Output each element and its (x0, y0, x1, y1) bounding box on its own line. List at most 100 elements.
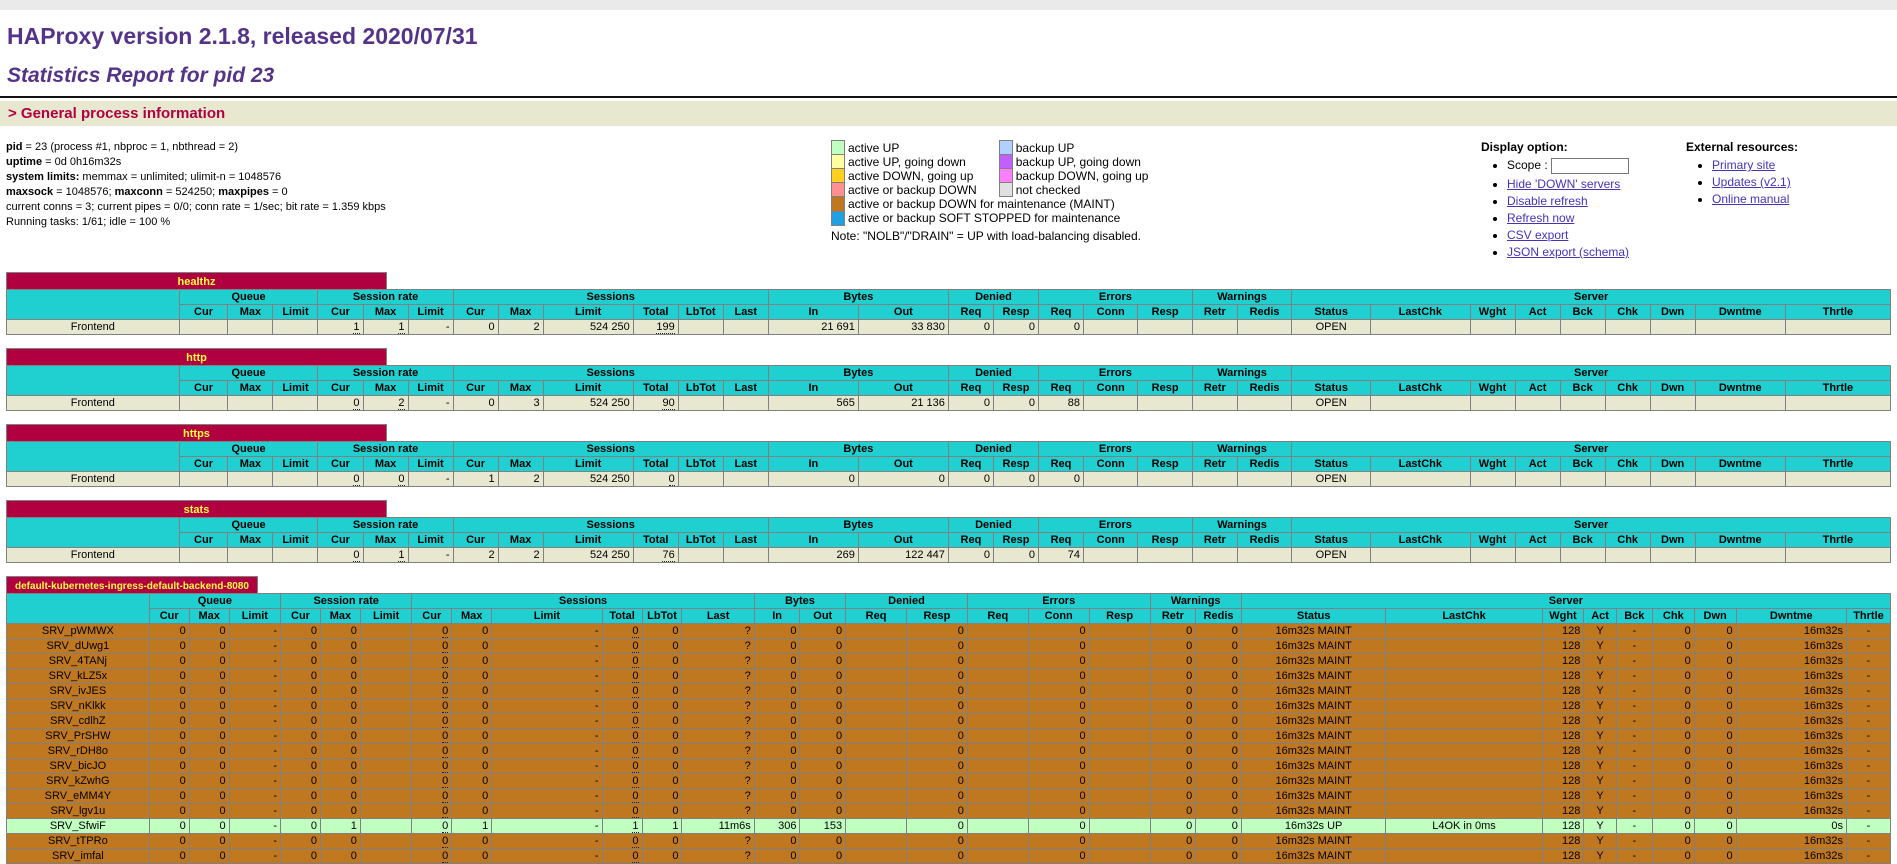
column-header: Retr (1192, 381, 1237, 396)
report-subtitle: Statistics Report for pid 23 (7, 64, 1897, 88)
cell-redis: 0 (1196, 699, 1242, 714)
cell-conn: 0 (1028, 804, 1089, 819)
column-header: Retr (1192, 533, 1237, 548)
cell-resp (1089, 669, 1150, 684)
cell-lbtot: 0 (642, 714, 682, 729)
column-header: Dwn (1650, 533, 1695, 548)
cell-dwn: 0 (1694, 729, 1736, 744)
cell-resp: 0 (906, 729, 967, 744)
group-header: Bytes (768, 518, 948, 533)
column-header: Cur (412, 609, 452, 624)
display-option-link[interactable]: Refresh now (1507, 211, 1574, 225)
cell-last (723, 548, 768, 563)
group-header: Server (1292, 290, 1891, 305)
process-info-line: current conns = 3; current pipes = 0/0; … (6, 200, 701, 215)
column-header: Dwntme (1695, 381, 1785, 396)
cell-lastchk (1386, 744, 1542, 759)
cell-conn: 0 (1028, 819, 1089, 834)
proxy-name-link[interactable]: stats (184, 504, 210, 516)
column-header: Out (858, 305, 948, 320)
cell-bck: - (1616, 849, 1652, 864)
cell-cur: 0 (281, 699, 321, 714)
display-option-link[interactable]: CSV export (1507, 228, 1568, 242)
cell-lastchk (1371, 548, 1470, 563)
server-row: SRV_4TANj00-0000-00?00000016m32s MAINT12… (7, 654, 1891, 669)
stats-table-default-kubernetes-ingress-default-backend-8080: QueueSession rateSessionsBytesDeniedErro… (6, 593, 1891, 864)
cell-limit (360, 654, 411, 669)
cell-cur: 0 (281, 804, 321, 819)
cell-dwntme: 16m32s (1736, 684, 1846, 699)
scope-input[interactable] (1551, 158, 1629, 174)
cell-status: 16m32s MAINT (1241, 834, 1386, 849)
cell-limit: - (492, 654, 602, 669)
column-header: Dwn (1650, 381, 1695, 396)
cell-act: Y (1584, 639, 1616, 654)
cell-max: 0 (189, 669, 229, 684)
proxy-name-link[interactable]: http (186, 352, 207, 364)
cell-req: 0 (948, 548, 993, 563)
column-header: Cur (453, 533, 498, 548)
cell-resp: 0 (906, 744, 967, 759)
column-header: Redis (1196, 609, 1242, 624)
cell-cur: 0 (412, 804, 452, 819)
cell-limit: 524 250 (543, 396, 633, 411)
proxy-name-link[interactable]: default-kubernetes-ingress-default-backe… (15, 581, 249, 592)
cell-wght: 128 (1542, 744, 1584, 759)
display-option-link[interactable]: Disable refresh (1507, 194, 1588, 208)
display-option-link[interactable]: JSON export (schema) (1507, 245, 1629, 259)
column-header: Limit (360, 609, 411, 624)
display-option-link[interactable]: Hide 'DOWN' servers (1507, 177, 1620, 191)
cell-act: Y (1584, 804, 1616, 819)
cell-max: 0 (320, 759, 360, 774)
cell-limit: - (229, 789, 280, 804)
cell-max: 0 (452, 684, 492, 699)
cell-lastchk (1386, 714, 1542, 729)
cell-out: 0 (800, 714, 846, 729)
cell-redis: 0 (1196, 744, 1242, 759)
external-resource-link[interactable]: Online manual (1712, 192, 1789, 206)
group-header: Session rate (318, 518, 453, 533)
cell-cur: 0 (281, 714, 321, 729)
column-header: LastChk (1371, 457, 1470, 472)
cell-max: 0 (189, 699, 229, 714)
cell-resp: 0 (906, 789, 967, 804)
cell-dwntme: 16m32s (1736, 669, 1846, 684)
group-header: Bytes (768, 442, 948, 457)
group-header: Queue (179, 518, 318, 533)
cell-max: 0 (189, 804, 229, 819)
column-header: Redis (1237, 533, 1291, 548)
cell-lastchk (1386, 654, 1542, 669)
cell-cur: 0 (281, 684, 321, 699)
external-resource-link[interactable]: Primary site (1712, 158, 1775, 172)
cell-limit: - (229, 624, 280, 639)
cell-chk: 0 (1652, 684, 1694, 699)
cell-limit: - (492, 744, 602, 759)
row-name: Frontend (7, 548, 180, 563)
cell-status: 16m32s MAINT (1241, 684, 1386, 699)
legend-label: not checked (1012, 183, 1170, 197)
cell-lbtot (678, 472, 723, 487)
cell-req: 88 (1038, 396, 1083, 411)
cell-total: 0 (602, 744, 642, 759)
cell-wght: 128 (1542, 624, 1584, 639)
group-header: Errors (1038, 366, 1192, 381)
column-header: LastChk (1371, 381, 1470, 396)
cell-cur: 0 (149, 714, 189, 729)
cell-limit (360, 699, 411, 714)
cell-in: 0 (754, 639, 800, 654)
proxy-name-link[interactable]: https (183, 428, 210, 440)
cell-status: OPEN (1292, 548, 1371, 563)
external-resource-link[interactable]: Updates (v2.1) (1712, 175, 1791, 189)
column-header: Max (498, 457, 543, 472)
server-row: SRV_cdlhZ00-0000-00?00000016m32s MAINT12… (7, 714, 1891, 729)
cell-status: 16m32s MAINT (1241, 639, 1386, 654)
proxy-name-link[interactable]: healthz (178, 276, 216, 288)
cell-out: 21 136 (858, 396, 948, 411)
cell-dwntme (1695, 548, 1785, 563)
cell-retr: 0 (1150, 639, 1196, 654)
column-header: Bck (1560, 533, 1605, 548)
cell-req (967, 729, 1028, 744)
cell-max: 0 (452, 759, 492, 774)
cell-cur: 0 (149, 624, 189, 639)
process-info-line: uptime = 0d 0h16m32s (6, 155, 701, 170)
